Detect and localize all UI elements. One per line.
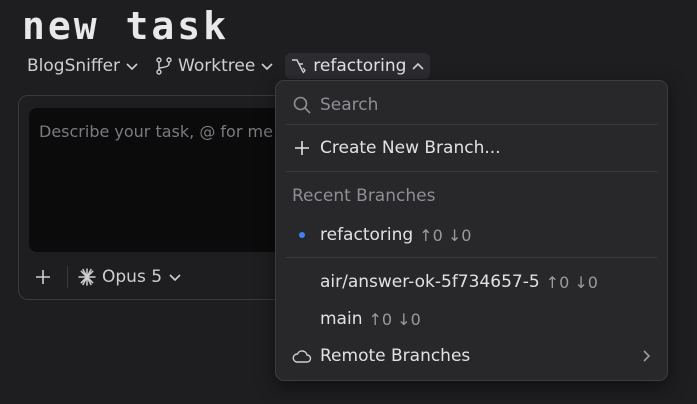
create-branch-label: Create New Branch... bbox=[320, 138, 501, 158]
git-branch-icon bbox=[292, 59, 307, 74]
branch-item[interactable]: air/answer-ok-5f734657-5 ↑0 ↓0 bbox=[292, 269, 651, 295]
page-title: new task bbox=[22, 4, 230, 48]
chevron-down-icon bbox=[126, 63, 138, 71]
current-indicator-icon bbox=[299, 232, 305, 238]
sparkle-icon bbox=[78, 268, 96, 286]
plus-icon bbox=[36, 270, 50, 284]
divider bbox=[286, 257, 657, 258]
branch-counts: ↑0 ↓0 bbox=[545, 272, 598, 292]
chevron-down-icon bbox=[261, 63, 273, 71]
branch-selector[interactable]: refactoring bbox=[285, 53, 431, 79]
task-input-placeholder: Describe your task, @ for me bbox=[39, 122, 273, 141]
composer-footer: Opus 5 bbox=[29, 262, 182, 292]
branch-item[interactable]: main ↑0 ↓0 bbox=[292, 306, 651, 332]
plus-icon bbox=[295, 141, 309, 155]
branch-name: refactoring bbox=[320, 225, 414, 245]
worktree-label: Worktree bbox=[178, 56, 256, 76]
chevron-down-icon bbox=[169, 274, 181, 282]
toolbar: BlogSniffer Worktree refactoring bbox=[22, 52, 431, 80]
add-button[interactable] bbox=[29, 263, 57, 291]
project-label: BlogSniffer bbox=[27, 56, 121, 76]
model-selector[interactable]: Opus 5 bbox=[78, 267, 182, 287]
branch-item-current[interactable]: refactoring ↑0 ↓0 bbox=[292, 222, 651, 248]
branch-icon bbox=[156, 57, 172, 75]
divider bbox=[286, 171, 657, 172]
chevron-up-icon bbox=[412, 62, 425, 70]
branch-label: refactoring bbox=[313, 56, 407, 76]
remote-branches-item[interactable]: Remote Branches bbox=[292, 343, 651, 369]
divider bbox=[67, 266, 68, 288]
recent-branches-header: Recent Branches bbox=[292, 186, 436, 206]
branch-counts: ↑0 ↓0 bbox=[368, 309, 421, 329]
project-selector[interactable]: BlogSniffer bbox=[22, 53, 144, 79]
cloud-icon bbox=[292, 350, 312, 363]
branch-counts: ↑0 ↓0 bbox=[419, 225, 472, 245]
model-label: Opus 5 bbox=[102, 267, 163, 287]
search-placeholder: Search bbox=[320, 95, 379, 115]
chevron-right-icon bbox=[643, 350, 651, 362]
create-branch-item[interactable]: Create New Branch... bbox=[292, 135, 651, 161]
branch-name: air/answer-ok-5f734657-5 bbox=[320, 272, 540, 292]
branch-dropdown: Search Create New Branch... Recent Branc… bbox=[275, 80, 668, 381]
search-icon bbox=[293, 96, 311, 114]
branch-search[interactable]: Search bbox=[292, 93, 378, 117]
branch-name: main bbox=[320, 309, 363, 329]
worktree-selector[interactable]: Worktree bbox=[150, 53, 279, 79]
divider bbox=[286, 124, 657, 125]
remote-branches-label: Remote Branches bbox=[320, 346, 471, 366]
